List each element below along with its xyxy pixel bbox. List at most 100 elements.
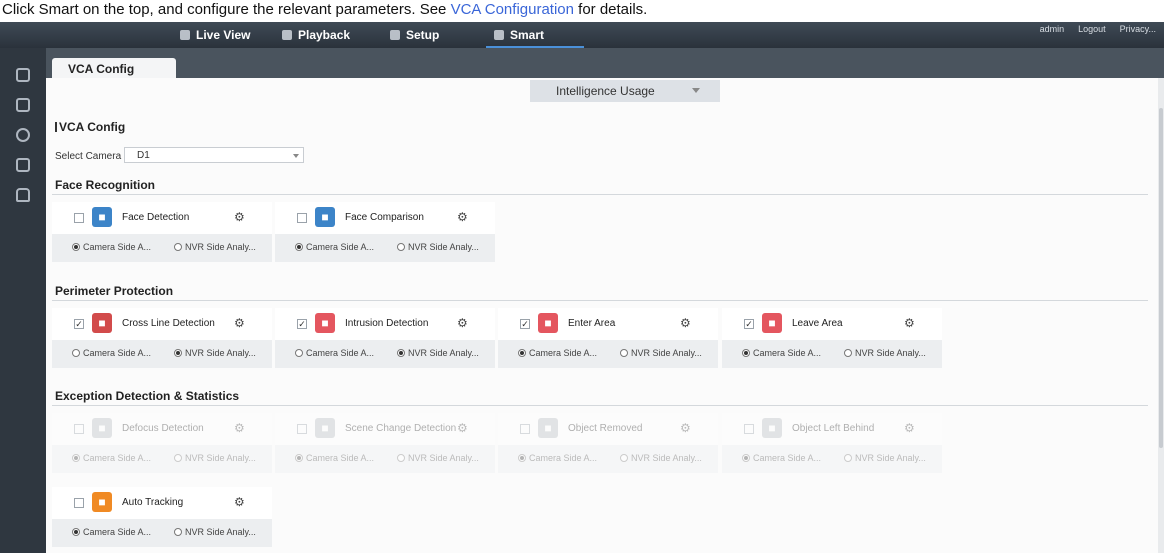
nav-playback[interactable]: Playback	[282, 22, 350, 48]
nvr-side-radio[interactable]: NVR Side Analy...	[620, 348, 702, 358]
radio-label: NVR Side Analy...	[408, 242, 479, 252]
radio-dot	[397, 454, 405, 462]
nav-label: Live View	[196, 28, 251, 42]
radio-label: NVR Side Analy...	[185, 348, 256, 358]
gear-icon[interactable]: ⚙	[234, 421, 245, 435]
vca-card: ■ Object Left Behind ⚙ Camera Side A... NVR …	[722, 413, 942, 475]
gear-icon[interactable]: ⚙	[680, 316, 691, 330]
camera-side-radio[interactable]: Camera Side A...	[72, 242, 151, 252]
radio-dot	[174, 528, 182, 536]
vca-card-header: ■ Object Left Behind ⚙	[722, 413, 942, 445]
select-camera-dropdown[interactable]: D1	[124, 147, 304, 163]
nvr-side-radio[interactable]: NVR Side Analy...	[844, 453, 926, 463]
vca-card-header: ✓ ■ Enter Area ⚙	[498, 308, 718, 340]
enable-checkbox[interactable]: ✓	[744, 319, 754, 329]
gear-icon[interactable]: ⚙	[457, 421, 468, 435]
radio-dot	[397, 243, 405, 251]
nvr-side-radio[interactable]: NVR Side Analy...	[397, 348, 479, 358]
nvr-side-radio[interactable]: NVR Side Analy...	[844, 348, 926, 358]
nvr-side-radio[interactable]: NVR Side Analy...	[174, 242, 256, 252]
report-icon[interactable]	[0, 150, 46, 180]
radio-dot	[620, 454, 628, 462]
camera-side-radio[interactable]: Camera Side A...	[518, 453, 597, 463]
intelligence-usage-label: Intelligence Usage	[556, 84, 655, 98]
camera-side-radio[interactable]: Camera Side A...	[742, 348, 821, 358]
enable-checkbox[interactable]: ✓	[520, 319, 530, 329]
privacy-link[interactable]: Privacy...	[1120, 24, 1156, 34]
enable-checkbox[interactable]	[74, 213, 84, 223]
camera-side-radio[interactable]: Camera Side A...	[518, 348, 597, 358]
enable-checkbox[interactable]	[74, 424, 84, 434]
nav-setup[interactable]: Setup	[390, 22, 439, 48]
enable-checkbox[interactable]	[744, 424, 754, 434]
vca-card: ■ Scene Change Detection ⚙ Camera Side A...…	[275, 413, 495, 475]
vca-card-header: ✓ ■ Leave Area ⚙	[722, 308, 942, 340]
scroll-thumb[interactable]	[1159, 108, 1163, 448]
radio-dot	[295, 349, 303, 357]
nvr-side-radio[interactable]: NVR Side Analy...	[397, 242, 479, 252]
nav-label: Playback	[298, 28, 351, 42]
nvr-side-radio[interactable]: NVR Side Analy...	[174, 527, 256, 537]
gear-icon[interactable]: ⚙	[234, 210, 245, 224]
vca-function-name: Intrusion Detection	[345, 318, 429, 329]
nvr-side-radio[interactable]: NVR Side Analy...	[174, 348, 256, 358]
gear-icon[interactable]: ⚙	[904, 316, 915, 330]
search-icon[interactable]	[0, 120, 46, 150]
enable-checkbox[interactable]	[297, 213, 307, 223]
radio-dot	[174, 454, 182, 462]
enable-checkbox[interactable]	[520, 424, 530, 434]
vca-card-header: ■ Auto Tracking ⚙	[52, 487, 272, 519]
nvr-side-radio[interactable]: NVR Side Analy...	[397, 453, 479, 463]
vca-config-icon[interactable]	[0, 60, 46, 90]
face-library-icon[interactable]	[0, 90, 46, 120]
radio-dot	[72, 349, 80, 357]
user-links: admin Logout Privacy...	[1040, 24, 1156, 34]
scrollbar[interactable]	[1158, 78, 1164, 553]
gear-icon[interactable]: ⚙	[904, 421, 915, 435]
doc-tail: for details.	[573, 1, 648, 18]
doc-link[interactable]: VCA Configuration	[451, 1, 574, 18]
camera-side-radio[interactable]: Camera Side A...	[742, 453, 821, 463]
analysis-mode-row: Camera Side A... NVR Side Analy...	[498, 340, 718, 368]
radio-dot	[174, 349, 182, 357]
analysis-mode-row: Camera Side A... NVR Side Analy...	[52, 234, 272, 262]
logout-link[interactable]: Logout	[1078, 24, 1106, 34]
nav-smart[interactable]: Smart	[485, 22, 585, 48]
enable-checkbox[interactable]	[74, 498, 84, 508]
camera-side-radio[interactable]: Camera Side A...	[295, 348, 374, 358]
gear-icon[interactable]: ⚙	[234, 316, 245, 330]
enable-checkbox[interactable]: ✓	[74, 319, 84, 329]
vca-card-header: ■ Face Detection ⚙	[52, 202, 272, 234]
nvr-side-radio[interactable]: NVR Side Analy...	[174, 453, 256, 463]
radio-label: NVR Side Analy...	[185, 453, 256, 463]
intelligence-usage-dropdown[interactable]: Intelligence Usage	[530, 80, 720, 102]
radio-label: Camera Side A...	[83, 348, 152, 358]
camera-side-radio[interactable]: Camera Side A...	[72, 527, 151, 537]
radio-label: Camera Side A...	[306, 348, 375, 358]
radio-label: Camera Side A...	[529, 453, 598, 463]
user-name: admin	[1039, 24, 1065, 34]
enable-checkbox[interactable]: ✓	[297, 319, 307, 329]
gear-icon[interactable]: ⚙	[457, 210, 468, 224]
nvr-side-radio[interactable]: NVR Side Analy...	[620, 453, 702, 463]
radio-label: Camera Side A...	[306, 453, 375, 463]
camera-side-radio[interactable]: Camera Side A...	[295, 453, 374, 463]
vehicle-icon[interactable]	[0, 180, 46, 210]
radio-label: NVR Side Analy...	[408, 348, 479, 358]
cross-line-icon: ■	[92, 313, 112, 333]
camera-side-radio[interactable]: Camera Side A...	[72, 348, 151, 358]
radio-label: Camera Side A...	[753, 453, 822, 463]
enable-checkbox[interactable]	[297, 424, 307, 434]
radio-dot	[518, 349, 526, 357]
camera-side-radio[interactable]: Camera Side A...	[295, 242, 374, 252]
divider	[52, 405, 1148, 406]
gear-icon[interactable]: ⚙	[680, 421, 691, 435]
gear-icon[interactable]: ⚙	[234, 495, 245, 509]
camera-side-radio[interactable]: Camera Side A...	[72, 453, 151, 463]
vca-function-name: Defocus Detection	[122, 423, 204, 434]
nav-label: Setup	[406, 28, 440, 42]
nav-live-view[interactable]: Live View	[180, 22, 250, 48]
vca-function-name: Object Left Behind	[792, 423, 875, 434]
vca-card: ■ Auto Tracking ⚙ Camera Side A... NVR Side …	[52, 487, 272, 549]
gear-icon[interactable]: ⚙	[457, 316, 468, 330]
